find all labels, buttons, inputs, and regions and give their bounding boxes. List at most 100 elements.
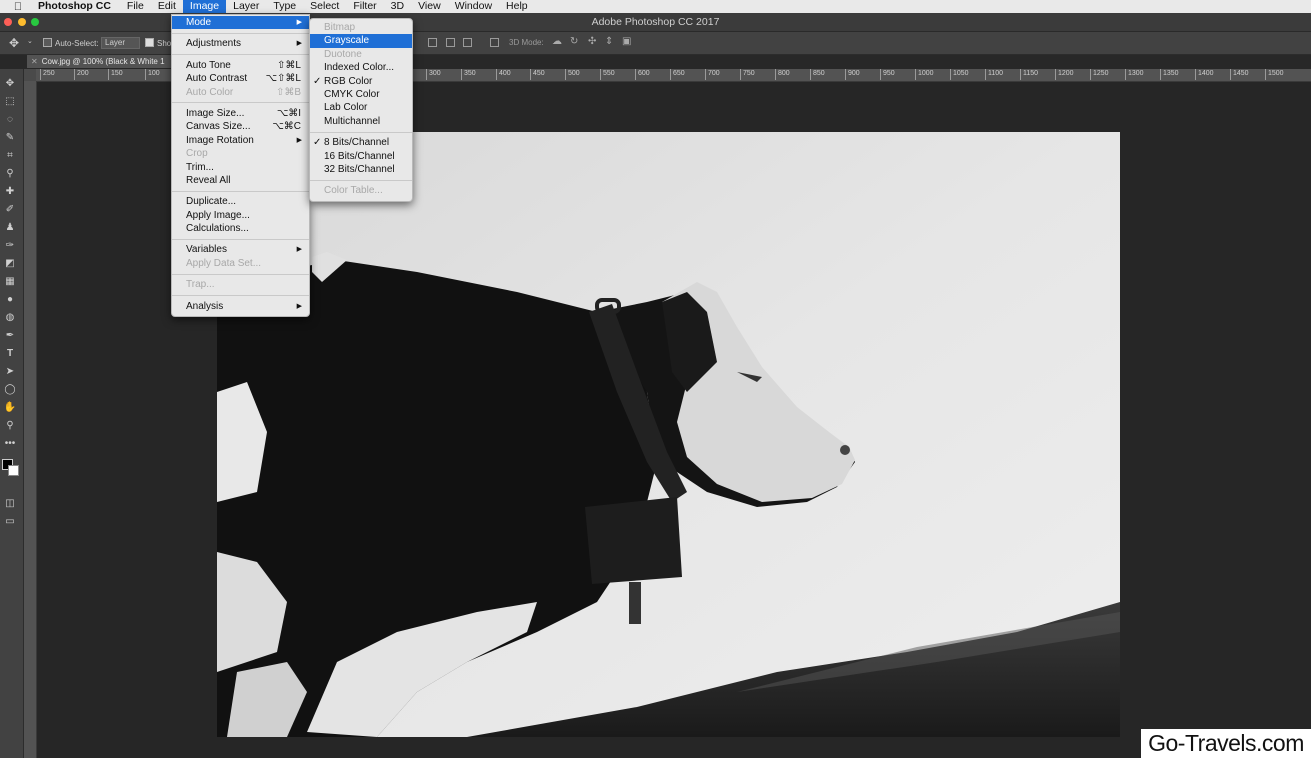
blur-tool-icon[interactable]: ● [3,293,17,306]
menu-item-mode[interactable]: Mode ▶ [172,16,309,30]
move-tool-icon[interactable]: ✥ [3,77,17,90]
more-tools-icon[interactable]: ••• [3,437,17,450]
zoom-tool-icon[interactable]: ⚲ [3,419,17,432]
quick-select-tool-icon[interactable]: ✎ [3,131,17,144]
menu-item-grayscale[interactable]: Grayscale [310,34,412,48]
background-color-swatch[interactable] [8,465,19,476]
menu-item-lab-color[interactable]: Lab Color [310,101,412,114]
menu-item-trap: Trap... [172,278,309,291]
menu-view[interactable]: View [411,0,448,13]
auto-select-dropdown[interactable]: Layer [101,37,141,49]
dodge-tool-icon[interactable]: ◍ [3,311,17,324]
align-icon[interactable] [428,38,437,47]
crop-tool-icon[interactable]: ⌗ [3,149,17,162]
menu-app-name[interactable]: Photoshop CC [28,0,120,13]
pen-tool-icon[interactable]: ✒ [3,329,17,342]
auto-select-checkbox[interactable]: Auto-Select: [43,38,99,48]
menu-window[interactable]: Window [448,0,499,13]
menu-item-adjustments[interactable]: Adjustments ▶ [172,37,309,50]
history-brush-tool-icon[interactable]: ✑ [3,239,17,252]
menu-item-8-bits[interactable]: ✓ 8 Bits/Channel [310,136,412,149]
menu-item-rgb-color[interactable]: ✓ RGB Color [310,75,412,88]
menu-item-label: Bitmap [324,22,356,33]
ruler-tick: 850 [810,69,825,80]
menu-item-label: Auto Contrast [186,73,248,85]
menu-layer[interactable]: Layer [226,0,266,13]
menu-item-reveal-all[interactable]: Reveal All [172,174,309,187]
tool-preset-chevron-icon[interactable]: ⌄ [27,37,33,45]
menu-item-auto-tone[interactable]: Auto Tone ⇧⌘L [172,59,309,72]
menu-item-duplicate[interactable]: Duplicate... [172,195,309,208]
marquee-tool-icon[interactable]: ⬚ [3,95,17,108]
menu-3d[interactable]: 3D [384,0,411,13]
menu-image[interactable]: Image [182,0,227,13]
menu-item-image-size[interactable]: Image Size... ⌥⌘I [172,107,309,120]
shape-tool-icon[interactable]: ◯ [3,383,17,396]
auto-select-label: Auto-Select: [55,39,99,48]
healing-brush-tool-icon[interactable]: ✚ [3,185,17,198]
hand-tool-icon[interactable]: ✋ [3,401,17,414]
menu-item-apply-data-set: Apply Data Set... [172,257,309,270]
3d-scale-icon[interactable]: ▣ [622,36,631,47]
move-tool-icon[interactable]: ✥ [9,36,19,50]
menu-edit[interactable]: Edit [151,0,183,13]
eraser-tool-icon[interactable]: ◩ [3,257,17,270]
align-icon[interactable] [446,38,455,47]
menu-item-label: 16 Bits/Channel [324,150,395,162]
menu-item-16-bits[interactable]: 16 Bits/Channel [310,150,412,163]
watermark: Go-Travels.com [1141,729,1311,758]
brush-tool-icon[interactable]: ✐ [3,203,17,216]
eyedropper-tool-icon[interactable]: ⚲ [3,167,17,180]
menu-select[interactable]: Select [303,0,346,13]
gradient-tool-icon[interactable]: ▦ [3,275,17,288]
ruler-tick: 350 [461,69,476,80]
mode-submenu: Bitmap Grayscale Duotone Indexed Color..… [309,18,413,202]
menu-item-cmyk-color[interactable]: CMYK Color [310,88,412,101]
path-selection-tool-icon[interactable]: ➤ [3,365,17,378]
menu-item-auto-contrast[interactable]: Auto Contrast ⌥⇧⌘L [172,72,309,85]
screen-mode-icon[interactable]: ▭ [3,515,17,528]
menu-item-apply-image[interactable]: Apply Image... [172,209,309,222]
menu-item-analysis[interactable]: Analysis ▶ [172,300,309,313]
lasso-tool-icon[interactable]: ◌ [3,113,17,126]
menu-item-label: CMYK Color [324,88,380,100]
3d-mode-label: 3D Mode: [509,38,544,47]
menu-item-shortcut: ⌥⇧⌘L [265,73,301,85]
3d-roll-icon[interactable]: ↻ [570,36,578,47]
menu-item-32-bits[interactable]: 32 Bits/Channel [310,163,412,176]
ruler-tick: 600 [635,69,650,80]
3d-orbit-icon[interactable]: ☁ [552,36,562,47]
menu-filter[interactable]: Filter [346,0,383,13]
clone-stamp-tool-icon[interactable]: ♟ [3,221,17,234]
menu-help[interactable]: Help [499,0,535,13]
menu-item-label: Apply Data Set... [186,257,262,269]
menu-item-image-rotation[interactable]: Image Rotation ▶ [172,134,309,147]
menu-item-canvas-size[interactable]: Canvas Size... ⌥⌘C [172,120,309,133]
menu-item-label: Indexed Color... [324,62,395,74]
3d-pan-icon[interactable]: ✣ [588,36,596,47]
type-tool-icon[interactable]: T [3,347,17,360]
menu-item-variables[interactable]: Variables ▶ [172,243,309,256]
menu-separator [172,32,309,34]
apple-icon[interactable]:  [8,1,28,13]
menu-type[interactable]: Type [266,0,303,13]
align-icon[interactable] [463,38,472,47]
submenu-arrow-icon: ▶ [296,302,302,310]
ruler-tick: 1250 [1090,69,1109,80]
distribute-icon[interactable] [490,38,499,47]
menu-item-auto-color: Auto Color ⇧⌘B [172,86,309,99]
3d-slide-icon[interactable]: ⇕ [605,36,613,47]
quick-mask-icon[interactable]: ◫ [3,497,17,510]
menu-item-trim[interactable]: Trim... [172,161,309,174]
mac-menu-bar:  Photoshop CC File Edit Image Layer Typ… [0,0,1311,13]
menu-item-indexed-color[interactable]: Indexed Color... [310,61,412,74]
menu-item-calculations[interactable]: Calculations... [172,222,309,235]
close-tab-icon[interactable]: ✕ [31,57,38,66]
document-tab[interactable]: ✕ Cow.jpg @ 100% (Black & White 1 [27,55,181,68]
menu-item-multichannel[interactable]: Multichannel [310,115,412,128]
ruler-tick: 1500 [1265,69,1284,80]
menu-separator [172,238,309,240]
ruler-tick: 550 [600,69,615,80]
menu-item-label: Color Table... [324,185,383,197]
menu-file[interactable]: File [120,0,151,13]
